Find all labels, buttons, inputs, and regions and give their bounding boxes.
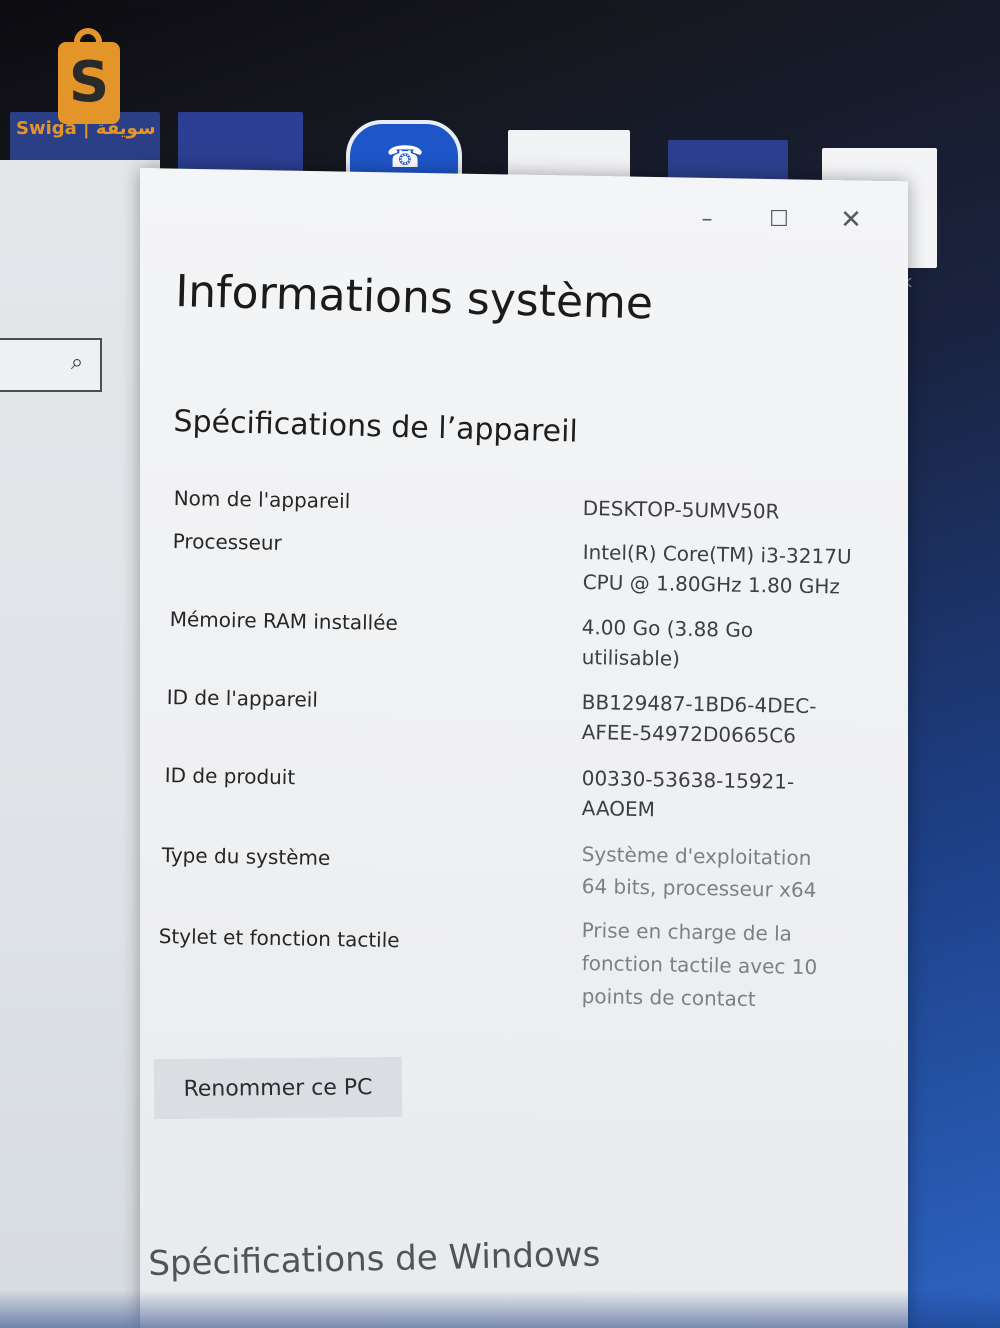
spec-value-pen-touch-line2: fonction tactile avec 10 <box>581 950 818 980</box>
spec-value-device-id-line2: AFEE-54972D0665C6 <box>581 719 797 748</box>
watermark-logo: S Swiga | سويقة <box>14 26 174 146</box>
close-button[interactable]: ✕ <box>826 200 876 240</box>
spec-label-pen-touch: Stylet et fonction tactile <box>158 923 400 953</box>
spec-value-pen-touch: Prise en charge de la <box>581 917 793 946</box>
rename-pc-button[interactable]: Renommer ce PC <box>153 1056 403 1120</box>
desktop-background <box>0 1290 1000 1328</box>
spec-value-system-type: Système d'exploitation <box>581 841 812 871</box>
spec-label-processor: Processeur <box>172 528 282 555</box>
spec-label-product-id: ID de produit <box>164 762 296 790</box>
spec-value-device-name: DESKTOP-5UMV50R <box>582 495 780 524</box>
logo-mark: S <box>68 50 110 115</box>
spec-label-device-name: Nom de l'appareil <box>173 485 351 514</box>
search-icon[interactable]: ⌕ <box>64 350 90 376</box>
minimize-icon: – <box>701 207 713 232</box>
background-settings-window <box>0 160 160 1328</box>
spec-value-processor-line2: CPU @ 1.80GHz 1.80 GHz <box>582 569 841 599</box>
spec-value-product-id-line2: AAOEM <box>581 795 656 822</box>
minimize-button[interactable]: – <box>682 200 732 240</box>
maximize-button[interactable]: ☐ <box>754 200 804 240</box>
maximize-icon: ☐ <box>769 207 789 232</box>
logo-text: Swiga | سويقة <box>16 118 156 139</box>
spec-label-ram: Mémoire RAM installée <box>169 606 399 635</box>
spec-value-ram-line2: utilisable) <box>581 644 681 671</box>
spec-value-pen-touch-line3: points de contact <box>581 983 756 1012</box>
spec-label-device-id: ID de l'appareil <box>166 684 319 712</box>
close-icon: ✕ <box>840 205 862 235</box>
spec-value-system-type-line2: 64 bits, processeur x64 <box>581 873 817 903</box>
spec-label-system-type: Type du système <box>161 842 331 870</box>
